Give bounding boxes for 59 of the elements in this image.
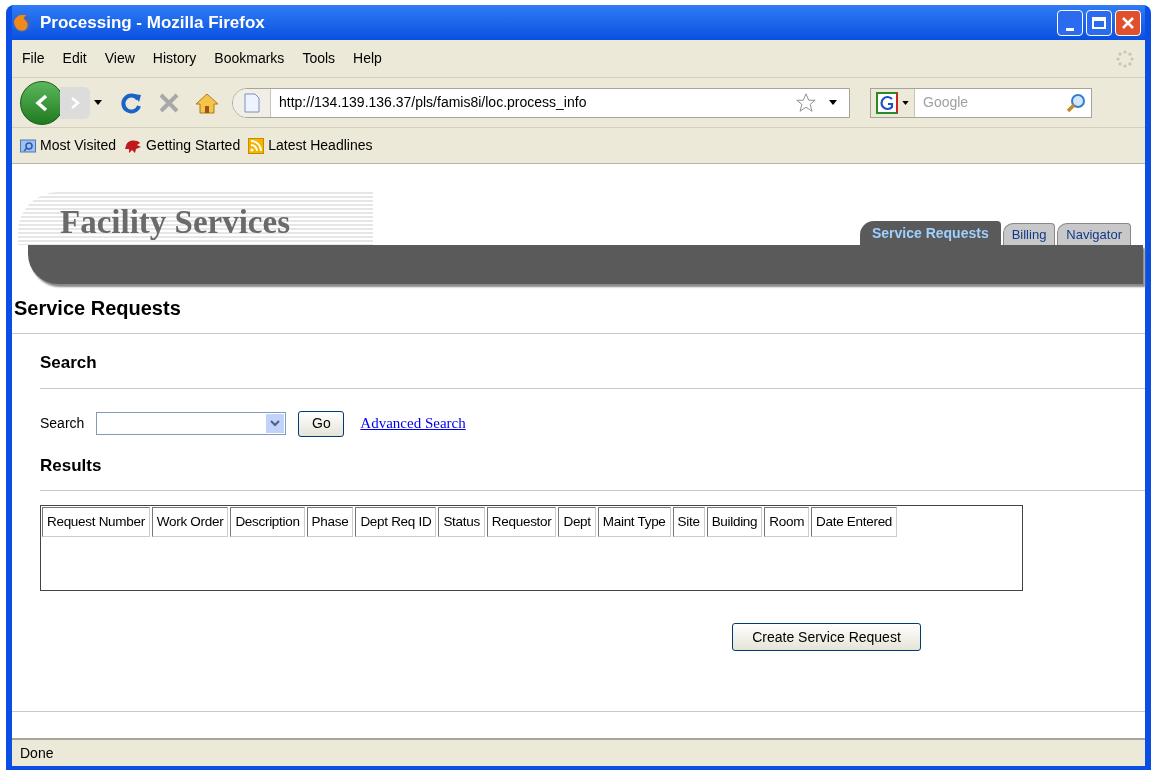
menu-item[interactable]: File — [22, 48, 45, 69]
folder-icon — [20, 138, 36, 153]
column-header: Phase — [306, 507, 354, 537]
section-heading: Results — [40, 454, 103, 477]
column-header: Building — [706, 507, 763, 537]
search-engine-icon — [876, 91, 898, 114]
column-header: Dept Req ID — [355, 507, 437, 537]
column-header: Site — [672, 507, 705, 537]
column-header: Dept — [558, 507, 596, 537]
window-title: Processing - Mozilla Firefox — [40, 11, 265, 34]
bookmark-link[interactable]: Getting Started — [146, 135, 241, 156]
menu-item[interactable]: View — [104, 48, 135, 69]
search-label: Search — [40, 414, 85, 433]
search-bar[interactable]: Google — [870, 87, 1092, 118]
site-tab[interactable]: Billing — [1002, 223, 1056, 245]
chevron-down-icon — [270, 420, 281, 427]
go-button[interactable]: Go — [298, 410, 345, 437]
caret-icon — [829, 100, 837, 105]
home-icon — [195, 91, 219, 114]
menu-item[interactable]: Bookmarks — [214, 48, 285, 69]
menu-item[interactable]: History — [152, 48, 197, 69]
search-dropdown[interactable] — [96, 412, 287, 435]
site-tab[interactable]: Navigator — [1057, 223, 1131, 245]
maximize-button[interactable] — [1086, 9, 1112, 36]
loading-throbber-icon — [1115, 48, 1135, 69]
caret-icon — [902, 100, 909, 105]
create-service-request-button[interactable]: Create Service Request — [732, 623, 921, 651]
menu-item[interactable]: Help — [353, 48, 382, 69]
close-icon — [1121, 15, 1135, 30]
column-header: Request Number — [42, 507, 150, 537]
column-header: Maint Type — [597, 507, 671, 537]
feed-icon — [248, 137, 265, 154]
browser-logo-icon — [12, 12, 32, 33]
url-text: http://134.139.136.37/pls/famis8i/loc.process_info — [279, 93, 587, 112]
bookmark-star-icon — [795, 91, 817, 114]
address-bar[interactable]: http://134.139.136.37/pls/famis8i/loc.process_info — [232, 87, 850, 118]
column-header: Description — [230, 507, 305, 537]
page-title: Service Requests — [13, 296, 182, 321]
bookmark-link[interactable]: Most Visited — [40, 135, 116, 156]
search-input[interactable]: Google — [923, 92, 1063, 113]
close-button[interactable] — [1115, 9, 1141, 36]
advanced-search-link[interactable]: Advanced Search — [360, 412, 466, 435]
page-icon — [243, 92, 260, 113]
bookmark-link[interactable]: Latest Headlines — [268, 135, 373, 156]
site-logo: Facility Services — [18, 192, 373, 245]
column-header: Status — [438, 507, 485, 537]
stop-icon — [158, 91, 180, 114]
caret-icon — [94, 100, 102, 105]
column-header: Work Order — [151, 507, 229, 537]
column-header: Date Entered — [811, 507, 898, 537]
minimize-button[interactable] — [1057, 9, 1083, 36]
column-header: Room — [764, 507, 810, 537]
menu-item[interactable]: Tools — [302, 48, 336, 69]
status-text: Done — [20, 743, 54, 763]
search-icon — [1065, 91, 1087, 114]
column-header: Requestor — [486, 507, 557, 537]
menu-item[interactable]: Edit — [62, 48, 87, 69]
site-tab[interactable]: Service Requests — [859, 221, 1001, 245]
section-heading: Search — [40, 352, 98, 374]
